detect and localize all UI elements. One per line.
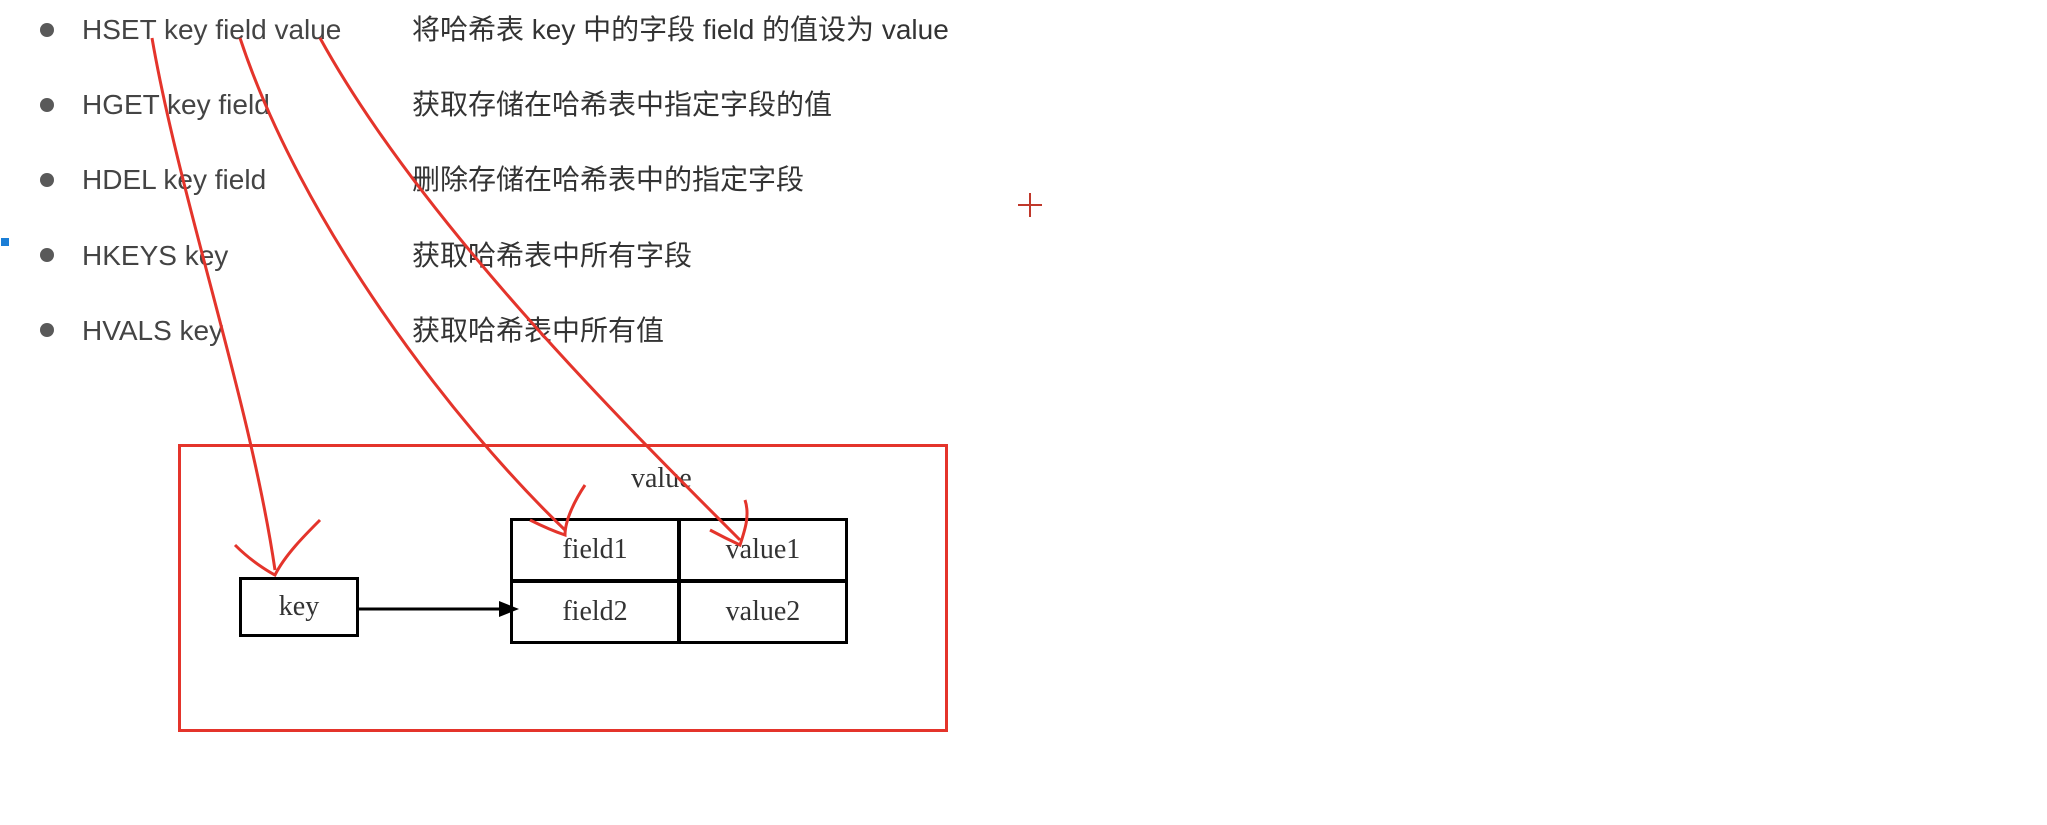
command-text: HSET key field value bbox=[82, 10, 412, 49]
arrow-right-icon bbox=[359, 599, 519, 619]
list-item: HSET key field value 将哈希表 key 中的字段 field… bbox=[40, 10, 2027, 49]
diagram-key-label: key bbox=[279, 591, 319, 623]
bullet-icon bbox=[40, 248, 54, 262]
command-text: HGET key field bbox=[82, 85, 412, 124]
command-list: HSET key field value 将哈希表 key 中的字段 field… bbox=[40, 10, 2027, 350]
diagram-value-header: value bbox=[631, 463, 692, 495]
field-cell: field2 bbox=[510, 580, 680, 644]
description-text: 获取存储在哈希表中指定字段的值 bbox=[412, 85, 832, 124]
list-item: HGET key field 获取存储在哈希表中指定字段的值 bbox=[40, 85, 2027, 124]
bullet-icon bbox=[40, 173, 54, 187]
table-row: field1 value1 bbox=[511, 519, 847, 581]
table-row: field2 value2 bbox=[511, 581, 847, 643]
crosshair-marker-icon bbox=[1018, 193, 1042, 217]
command-text: HKEYS key bbox=[82, 236, 412, 275]
value-cell: value2 bbox=[678, 580, 848, 644]
bullet-icon bbox=[40, 98, 54, 112]
hash-diagram: value key field1 value1 field2 value2 bbox=[178, 444, 948, 732]
bullet-icon bbox=[40, 23, 54, 37]
command-text: HDEL key field bbox=[82, 160, 412, 199]
diagram-key-box: key bbox=[239, 577, 359, 637]
value-cell: value1 bbox=[678, 518, 848, 582]
selection-handle-icon bbox=[0, 237, 10, 247]
list-item: HVALS key 获取哈希表中所有值 bbox=[40, 311, 2027, 350]
description-text: 获取哈希表中所有值 bbox=[412, 311, 664, 350]
list-item: HKEYS key 获取哈希表中所有字段 bbox=[40, 236, 2027, 275]
description-text: 将哈希表 key 中的字段 field 的值设为 value bbox=[412, 10, 949, 49]
description-text: 删除存储在哈希表中的指定字段 bbox=[412, 160, 804, 199]
description-text: 获取哈希表中所有字段 bbox=[412, 236, 692, 275]
bullet-icon bbox=[40, 323, 54, 337]
command-list-section: HSET key field value 将哈希表 key 中的字段 field… bbox=[0, 0, 2047, 350]
field-cell: field1 bbox=[510, 518, 680, 582]
command-text: HVALS key bbox=[82, 311, 412, 350]
diagram-hash-table: field1 value1 field2 value2 bbox=[511, 519, 847, 643]
